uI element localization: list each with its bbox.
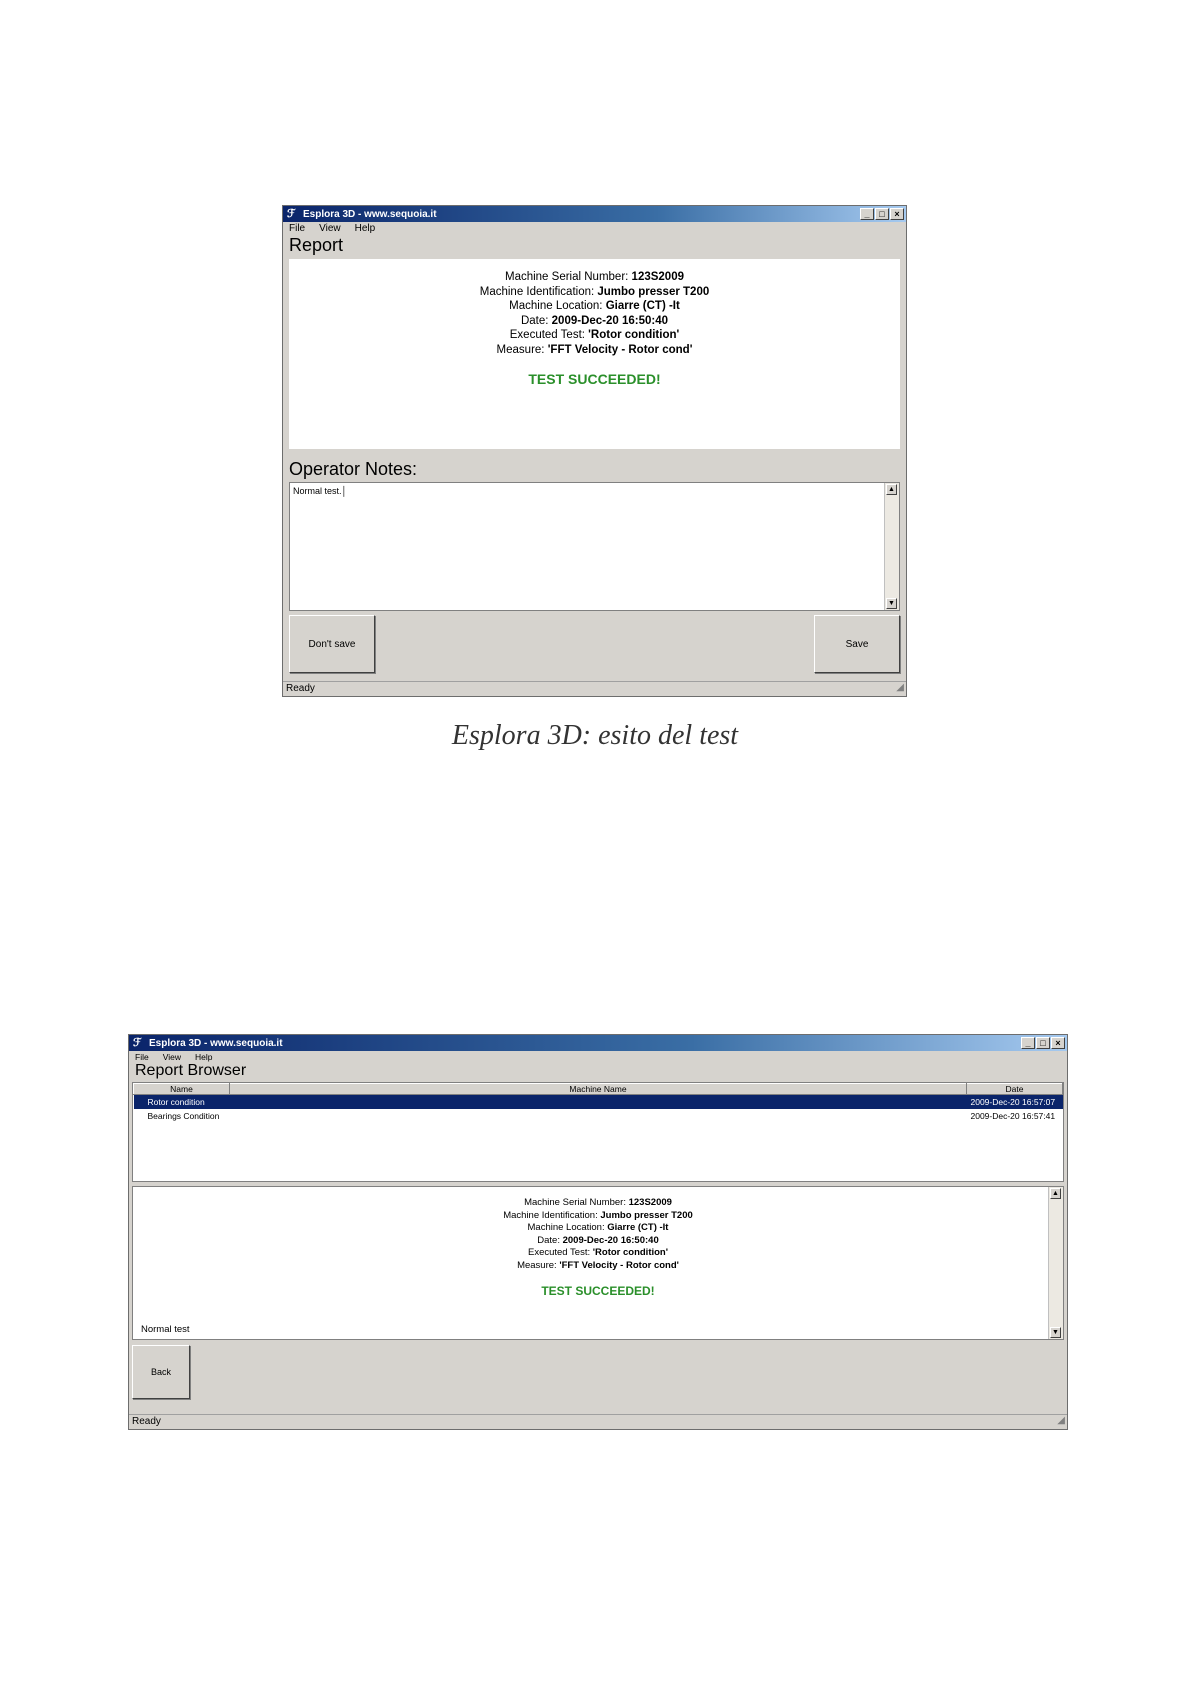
menu-view[interactable]: View (319, 223, 341, 234)
table-row[interactable]: Rotor condition 2009-Dec-20 16:57:07 (133, 1094, 1063, 1109)
operator-notes-input[interactable]: Normal test.│ ▲ ▼ (289, 482, 900, 611)
scroll-up-icon[interactable]: ▲ (886, 484, 897, 495)
report-table: Name Machine Name Date Rotor condition 2… (133, 1083, 1063, 1123)
title-bar[interactable]: ℱ Esplora 3D - www.sequoia.it _ □ × (283, 206, 906, 222)
report-panel: Machine Serial Number: 123S2009 Machine … (289, 259, 900, 449)
row-machine (230, 1109, 967, 1123)
table-row[interactable]: Bearings Condition 2009-Dec-20 16:57:41 (134, 1109, 1063, 1123)
window-title: Esplora 3D - www.sequoia.it (303, 208, 437, 220)
row-name: Bearings Condition (147, 1111, 220, 1121)
status-text: Ready (132, 1416, 161, 1427)
column-date[interactable]: Date (966, 1083, 1063, 1095)
notes-text: Normal test.│ (293, 486, 348, 496)
report-browser-window: ℱ Esplora 3D - www.sequoia.it _ □ × File… (128, 1034, 1068, 1430)
menu-help[interactable]: Help (355, 223, 376, 234)
report-list: Name Machine Name Date Rotor condition 2… (132, 1082, 1064, 1182)
report-info: Machine Serial Number: 123S2009 Machine … (133, 1187, 1063, 1272)
info-date: Date: 2009-Dec-20 16:50:40 (537, 1234, 659, 1246)
resize-grip-icon[interactable]: ◢ (896, 681, 904, 695)
test-result: TEST SUCCEEDED! (541, 1284, 655, 1298)
report-info: Machine Serial Number: 123S2009 Machine … (289, 259, 900, 357)
test-result: TEST SUCCEEDED! (528, 371, 661, 387)
resize-grip-icon[interactable]: ◢ (1057, 1414, 1065, 1428)
report-browser-heading: Report Browser (135, 1062, 247, 1079)
status-bar: Ready ◢ (129, 1414, 1067, 1429)
app-logo-icon: ℱ (287, 208, 296, 220)
menu-file[interactable]: File (135, 1052, 149, 1062)
maximize-icon[interactable]: □ (1036, 1037, 1050, 1049)
menu-bar: File View Help (129, 1051, 1067, 1062)
info-serial: Machine Serial Number: 123S2009 (524, 1197, 672, 1208)
info-executed-test: Executed Test: 'Rotor condition' (527, 1247, 668, 1258)
save-button[interactable]: Save (814, 615, 900, 673)
dont-save-button[interactable]: Don't save (289, 615, 375, 673)
menu-view[interactable]: View (163, 1052, 181, 1062)
row-date: 2009-Dec-20 16:57:41 (970, 1111, 1056, 1121)
detail-scrollbar[interactable]: ▲ ▼ (1048, 1187, 1063, 1339)
operator-notes-heading: Operator Notes: (289, 459, 418, 479)
back-button[interactable]: Back (132, 1345, 190, 1399)
close-icon[interactable]: × (890, 208, 904, 220)
row-name: Rotor condition (133, 1094, 230, 1109)
report-heading: Report (289, 235, 344, 255)
info-serial: Machine Serial Number: 123S2009 (504, 271, 684, 283)
app-logo-icon: ℱ (133, 1037, 142, 1049)
info-identification: Machine Identification: Jumbo presser T2… (479, 285, 710, 298)
status-bar: Ready ◢ (283, 681, 906, 696)
info-identification: Machine Identification: Jumbo presser T2… (503, 1209, 693, 1221)
menu-bar: File View Help (283, 222, 906, 235)
title-bar[interactable]: ℱ Esplora 3D - www.sequoia.it _ □ × (129, 1035, 1067, 1051)
minimize-icon[interactable]: _ (1021, 1037, 1035, 1049)
close-icon[interactable]: × (1051, 1037, 1065, 1049)
scroll-up-icon[interactable]: ▲ (1050, 1188, 1061, 1199)
notes-scrollbar[interactable]: ▲ ▼ (884, 483, 899, 610)
scroll-down-icon[interactable]: ▼ (886, 598, 897, 609)
window-title: Esplora 3D - www.sequoia.it (149, 1037, 283, 1049)
info-location: Machine Location: Giarre (CT) -It (527, 1222, 669, 1233)
status-text: Ready (286, 683, 315, 694)
report-detail-panel: Machine Serial Number: 123S2009 Machine … (132, 1186, 1064, 1340)
menu-file[interactable]: File (289, 223, 305, 234)
info-date: Date: 2009-Dec-20 16:50:40 (520, 314, 669, 327)
row-machine (229, 1094, 967, 1109)
report-window: ℱ Esplora 3D - www.sequoia.it _ □ × File… (282, 205, 907, 697)
column-machine-name[interactable]: Machine Name (229, 1083, 967, 1095)
scroll-down-icon[interactable]: ▼ (1050, 1327, 1061, 1338)
menu-help[interactable]: Help (195, 1052, 212, 1062)
info-executed-test: Executed Test: 'Rotor condition' (509, 329, 680, 341)
minimize-icon[interactable]: _ (860, 208, 874, 220)
info-measure: Measure: 'FFT Velocity - Rotor cond' (517, 1259, 679, 1271)
row-date: 2009-Dec-20 16:57:07 (966, 1094, 1063, 1109)
notes-text: Normal test (141, 1324, 190, 1335)
maximize-icon[interactable]: □ (875, 208, 889, 220)
figure-caption: Esplora 3D: esito del test (451, 720, 739, 751)
info-measure: Measure: 'FFT Velocity - Rotor cond' (496, 343, 693, 356)
info-location: Machine Location: Giarre (CT) -It (509, 300, 680, 312)
column-name[interactable]: Name (133, 1083, 230, 1095)
